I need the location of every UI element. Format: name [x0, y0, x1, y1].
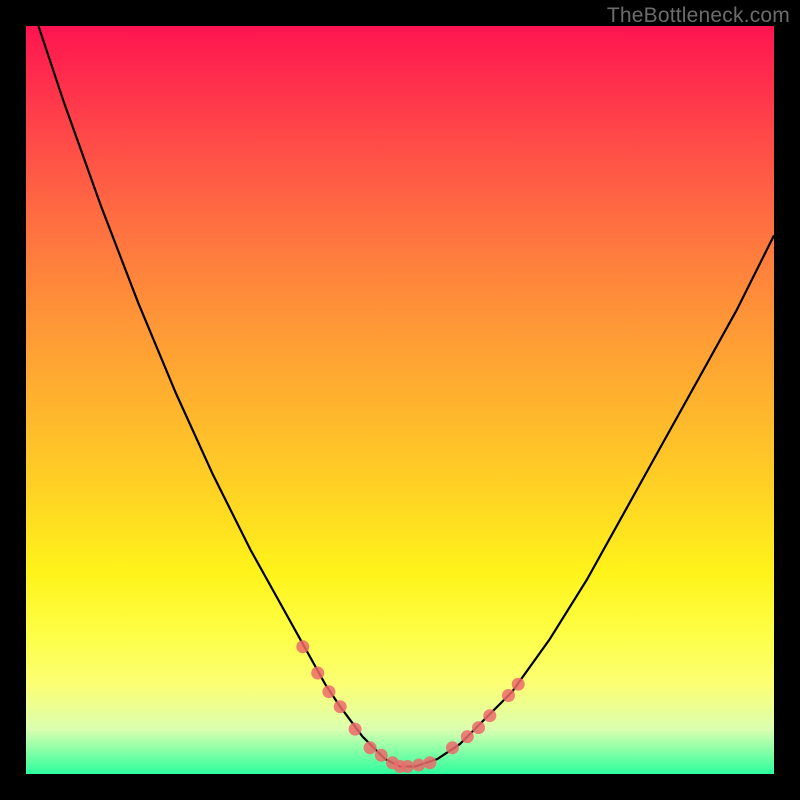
marker-dot	[483, 709, 496, 722]
marker-dot	[461, 730, 474, 743]
marker-dot	[375, 749, 388, 762]
marker-dot	[412, 759, 425, 772]
marker-dot	[311, 667, 324, 680]
marker-dot	[512, 678, 525, 691]
marker-dot	[334, 700, 347, 713]
marker-dot	[322, 685, 335, 698]
bottleneck-curve	[26, 26, 774, 767]
marker-dot	[446, 741, 459, 754]
marker-dot	[296, 640, 309, 653]
marker-dot	[364, 741, 377, 754]
marker-dot	[349, 723, 362, 736]
marker-dot	[423, 756, 436, 769]
chart-area	[26, 26, 774, 774]
marker-dots	[296, 640, 524, 773]
marker-dot	[401, 760, 414, 773]
chart-svg	[26, 26, 774, 774]
marker-dot	[472, 721, 485, 734]
watermark-text: TheBottleneck.com	[607, 4, 790, 28]
marker-dot	[502, 689, 515, 702]
